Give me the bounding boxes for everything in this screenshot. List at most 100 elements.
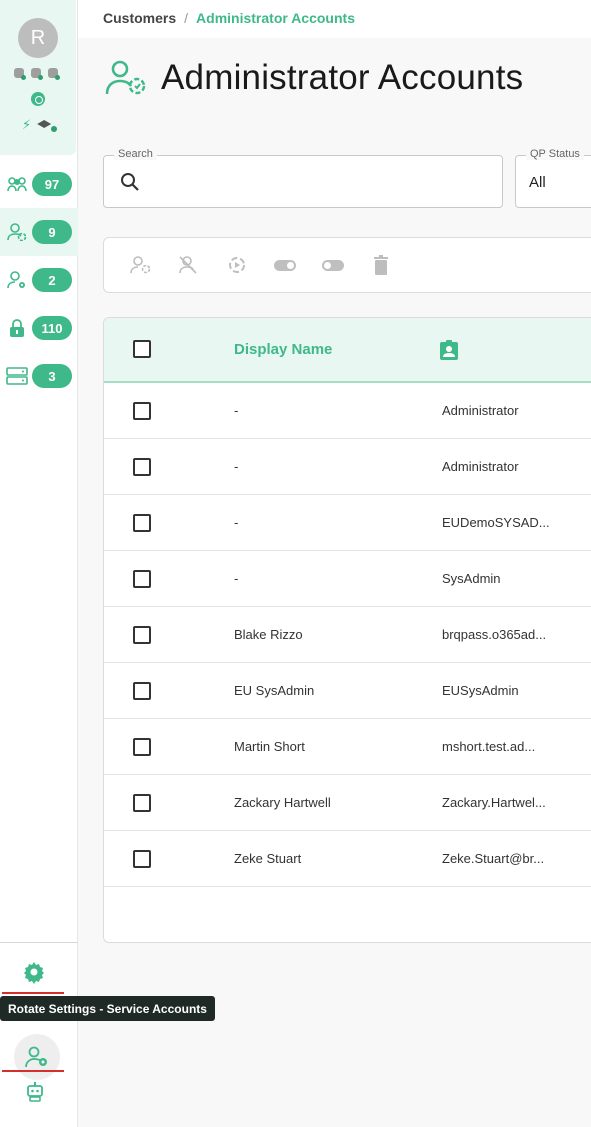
breadcrumb-separator: / [184,10,189,26]
sidebar: R ⚡ 97 9 2 110 3 [0,0,78,1127]
user-badge-icon[interactable] [440,340,458,360]
row-checkbox[interactable] [133,570,151,588]
display-name-cell: - [234,515,239,530]
sidebar-item-servers[interactable]: 3 [0,352,78,400]
username-cell: EUSysAdmin [442,683,519,698]
sidebar-divider [0,942,78,943]
trash-icon[interactable] [370,255,392,275]
actions-toolbar [103,237,591,293]
rotate-icon[interactable] [226,255,248,275]
table-row[interactable]: - EUDemoSYSAD... [104,495,591,551]
search-icon [121,173,139,191]
qp-status-label: QP Status [526,148,584,160]
username-cell: mshort.test.ad... [442,739,536,754]
profile-card: R ⚡ [0,0,76,155]
sidebar-item-admin-accounts[interactable]: 9 [0,208,78,256]
toggle-switch [274,259,296,271]
rotate-user-icon[interactable] [130,255,152,275]
admin-accounts-table: Display Name - Administrator - Administrato… [103,317,591,943]
breadcrumb: Customers / Administrator Accounts [103,10,355,26]
table-row[interactable]: EU SysAdmin EUSysAdmin [104,663,591,719]
toggle-switch [322,259,344,271]
username-cell: Zackary.Hartwel... [442,795,546,810]
table-row[interactable]: Martin Short mshort.test.ad... [104,719,591,775]
admin-accounts-icon [105,60,146,95]
page-title: Administrator Accounts [161,58,524,97]
row-checkbox[interactable] [133,402,151,420]
row-checkbox[interactable] [133,626,151,644]
status-icons [14,68,60,80]
service-account-icon [6,271,28,289]
server-icon [6,367,28,385]
username-cell: EUDemoSYSAD... [442,515,550,530]
display-name-cell: Zeke Stuart [234,851,302,866]
shield-status-icon [31,68,43,80]
row-checkbox[interactable] [133,738,151,756]
toggle-off-icon[interactable] [274,255,296,275]
users-group-icon [6,175,28,193]
column-display-name[interactable]: Display Name [234,341,332,358]
row-checkbox[interactable] [133,682,151,700]
select-all-checkbox[interactable] [133,340,151,358]
service-count-badge: 2 [32,268,72,292]
admin-count-badge: 9 [32,220,72,244]
graduation-cap-icon [37,120,52,128]
display-name-cell: - [234,459,239,474]
page-header: Administrator Accounts [105,58,523,98]
bolt-icon: ⚡ [22,117,32,132]
username-cell: SysAdmin [442,571,501,586]
lock-icon [6,319,28,337]
table-row[interactable]: Zeke Stuart Zeke.Stuart@br... [104,831,591,887]
table-row[interactable]: - SysAdmin [104,551,591,607]
locked-count-badge: 110 [32,316,72,340]
settings-gear-icon[interactable] [22,960,46,984]
cap-status-dot [51,126,58,132]
table-row[interactable]: Blake Rizzo brqpass.o365ad... [104,607,591,663]
username-cell: Zeke.Stuart@br... [442,851,545,866]
table-row[interactable]: Zackary Hartwell Zackary.Hartwel... [104,775,591,831]
sidebar-item-locked[interactable]: 110 [0,304,78,352]
rotate-service-accounts-button[interactable] [14,1034,60,1080]
user-status-icon [48,68,60,80]
display-name-cell: Martin Short [234,739,305,754]
row-checkbox[interactable] [133,794,151,812]
breadcrumb-customers-link[interactable]: Customers [103,10,176,26]
username-cell: brqpass.o365ad... [442,627,547,642]
users-count-badge: 97 [32,172,72,196]
table-row[interactable]: - Administrator [104,383,591,439]
disable-user-icon[interactable] [178,255,200,275]
search-label: Search [114,148,157,160]
row-checkbox[interactable] [133,458,151,476]
table-header: Display Name [104,318,591,383]
admin-user-icon [6,223,28,241]
sidebar-item-service-accounts[interactable]: 2 [0,256,78,304]
row-checkbox[interactable] [133,850,151,868]
sidebar-nav: 97 9 2 110 3 [0,160,78,400]
robot-icon[interactable] [24,1080,46,1102]
display-name-cell: Blake Rizzo [234,627,303,642]
integration-icons: ⚡ [22,117,58,133]
sync-icon[interactable] [31,92,45,106]
display-name-cell: EU SysAdmin [234,683,315,698]
service-account-rotate-icon [25,1046,47,1068]
display-name-cell: Zackary Hartwell [234,795,331,810]
highlight-line-top [2,992,64,994]
sidebar-item-users[interactable]: 97 [0,160,78,208]
display-name-cell: - [234,403,239,418]
qp-status-select[interactable]: QP Status All [515,148,591,208]
rotate-settings-tooltip: Rotate Settings - Service Accounts [0,996,215,1021]
table-body: - Administrator - Administrator - EUDemoSYSAD… [104,383,591,887]
search-input[interactable]: Search [103,148,503,208]
breadcrumb-current: Administrator Accounts [196,10,355,26]
microsoft-status-icon [14,68,26,80]
qp-status-value: All [529,174,546,191]
avatar[interactable]: R [18,18,58,58]
table-row[interactable]: - Administrator [104,439,591,495]
username-cell: Administrator [442,403,519,418]
toggle-on-icon[interactable] [322,255,344,275]
row-checkbox[interactable] [133,514,151,532]
username-cell: Administrator [442,459,519,474]
servers-count-badge: 3 [32,364,72,388]
display-name-cell: - [234,571,239,586]
highlight-line-bottom [2,1070,64,1072]
